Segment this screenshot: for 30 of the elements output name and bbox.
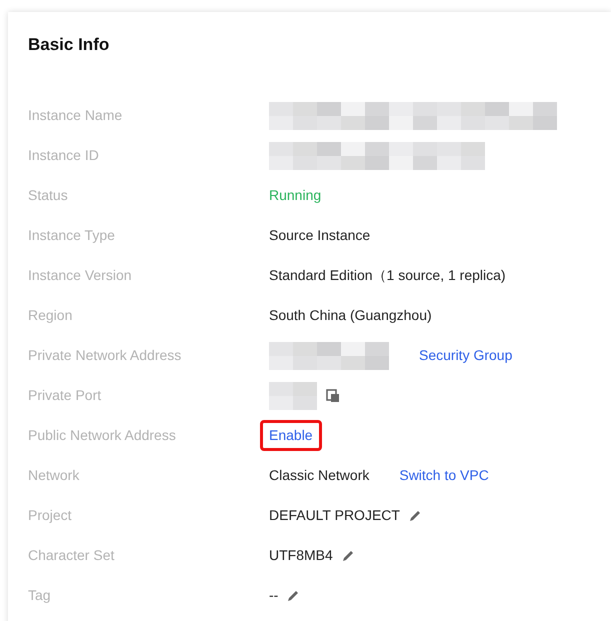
pencil-icon[interactable] bbox=[408, 508, 422, 522]
field-value: DEFAULT PROJECT bbox=[269, 506, 400, 525]
field-value: Standard Edition（1 source, 1 replica) bbox=[269, 266, 506, 285]
field-label: Network bbox=[28, 466, 80, 485]
field-label: Private Port bbox=[28, 386, 102, 405]
field-label: Region bbox=[28, 306, 74, 325]
field-label: Private Network Address bbox=[28, 346, 182, 365]
field-label: Tag bbox=[28, 586, 52, 605]
field-value: Classic Network bbox=[269, 466, 370, 485]
card-title: Basic Info bbox=[28, 34, 110, 56]
enable-link[interactable]: Enable bbox=[260, 420, 322, 451]
copy-icon[interactable] bbox=[325, 388, 341, 404]
field-label: Instance Name bbox=[28, 106, 124, 125]
action-link[interactable]: Security Group bbox=[419, 345, 512, 366]
field-label: Instance Type bbox=[28, 226, 116, 245]
field-value: -- bbox=[269, 586, 278, 605]
field-value: UTF8MB4 bbox=[269, 546, 333, 565]
field-label: Project bbox=[28, 506, 73, 525]
field-value: Source Instance bbox=[269, 226, 370, 245]
field-label: Character Set bbox=[28, 546, 116, 565]
redacted-mask bbox=[269, 382, 317, 410]
field-label: Instance ID bbox=[28, 146, 100, 165]
status-value: Running bbox=[269, 186, 322, 205]
field-label: Status bbox=[28, 186, 69, 205]
pencil-icon[interactable] bbox=[286, 588, 300, 602]
pencil-icon[interactable] bbox=[340, 548, 355, 562]
action-link[interactable]: Switch to VPC bbox=[399, 465, 489, 486]
field-label: Instance Version bbox=[28, 266, 133, 285]
field-label: Public Network Address bbox=[28, 426, 177, 445]
field-value: South China (Guangzhou) bbox=[269, 306, 432, 325]
